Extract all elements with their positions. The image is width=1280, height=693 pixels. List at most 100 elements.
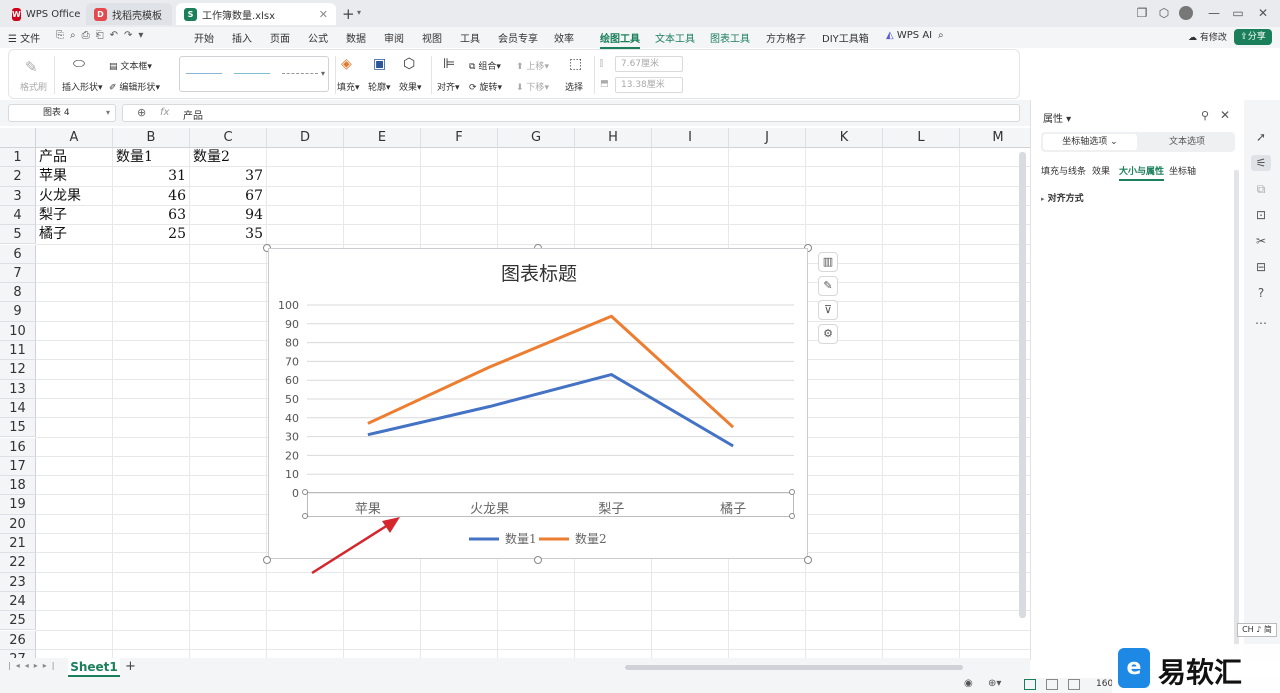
- avatar[interactable]: [1179, 6, 1193, 20]
- menu-fangfang[interactable]: 方方格子: [766, 30, 806, 45]
- row-header-17[interactable]: 17: [0, 456, 36, 477]
- column-header-J[interactable]: J: [729, 128, 806, 148]
- column-header-B[interactable]: B: [113, 128, 190, 148]
- column-header-D[interactable]: D: [267, 128, 344, 148]
- close-window-icon[interactable]: ✕: [1255, 5, 1271, 21]
- row-header-1[interactable]: 1: [0, 148, 36, 168]
- tab-text-options[interactable]: 文本选项: [1141, 134, 1233, 150]
- row-header-18[interactable]: 18: [0, 476, 36, 496]
- menu-data[interactable]: 数据: [346, 30, 366, 45]
- view-mode-icon[interactable]: ⊕▾: [988, 678, 1001, 689]
- section-alignment[interactable]: ▸ 对齐方式: [1041, 191, 1084, 204]
- cell-C3[interactable]: 67: [190, 187, 263, 206]
- row-header-13[interactable]: 13: [0, 379, 36, 399]
- column-header-C[interactable]: C: [190, 128, 267, 148]
- gallery-expand-icon[interactable]: ▾: [321, 69, 325, 78]
- row-header-2[interactable]: 2: [0, 167, 36, 187]
- row-header-25[interactable]: 25: [0, 611, 36, 631]
- insert-shape-button[interactable]: 插入形状▾: [62, 80, 103, 93]
- row-header-24[interactable]: 24: [0, 591, 36, 612]
- row-header-26[interactable]: 26: [0, 630, 36, 650]
- search-icon[interactable]: ⌕: [938, 30, 944, 41]
- cell-A2[interactable]: 苹果: [39, 167, 67, 186]
- textbox-button[interactable]: ▤ 文本框▾: [109, 59, 152, 72]
- row-header-10[interactable]: 10: [0, 321, 36, 341]
- book-icon[interactable]: ⊟: [1253, 259, 1269, 275]
- row-header-20[interactable]: 20: [0, 514, 36, 534]
- cell-A3[interactable]: 火龙果: [39, 187, 81, 206]
- chart-settings-icon[interactable]: ⚙: [818, 324, 838, 344]
- cell-C4[interactable]: 94: [190, 206, 263, 225]
- more-icon[interactable]: ⋯: [1253, 315, 1269, 331]
- restore-window-icon[interactable]: ❐: [1134, 5, 1150, 21]
- page-layout-icon[interactable]: [1046, 679, 1058, 690]
- menu-member[interactable]: 会员专享: [498, 30, 538, 45]
- menu-insert[interactable]: 插入: [232, 30, 252, 45]
- image-icon[interactable]: ⊡: [1253, 207, 1269, 223]
- fill-button[interactable]: 填充▾: [337, 80, 360, 93]
- help-icon[interactable]: ?: [1253, 285, 1269, 301]
- menu-tools[interactable]: 工具: [460, 30, 480, 45]
- row-header-8[interactable]: 8: [0, 283, 36, 303]
- close-panel-icon[interactable]: ✕: [1220, 108, 1230, 122]
- pin-icon[interactable]: ⚲: [1201, 109, 1209, 122]
- column-header-K[interactable]: K: [806, 128, 883, 148]
- maximize-icon[interactable]: ▭: [1230, 5, 1246, 21]
- sheet-nav-arrows[interactable]: |◂◂▸▸|: [8, 661, 59, 670]
- row-header-12[interactable]: 12: [0, 360, 36, 380]
- group-button[interactable]: ⧉ 组合▾: [469, 59, 501, 72]
- menu-formula[interactable]: 公式: [308, 30, 328, 45]
- sheet-tab-sheet1[interactable]: Sheet1: [68, 658, 120, 677]
- chart-elements-icon[interactable]: ▥: [818, 252, 838, 272]
- row-header-5[interactable]: 5: [0, 225, 36, 245]
- cell-A1[interactable]: 产品: [39, 148, 67, 167]
- menu-chart-tools[interactable]: 图表工具: [710, 30, 750, 45]
- fx-icon[interactable]: fx: [160, 107, 169, 118]
- row-header-15[interactable]: 15: [0, 418, 36, 438]
- row-header-3[interactable]: 3: [0, 186, 36, 206]
- cell-C2[interactable]: 37: [190, 167, 263, 186]
- height-input[interactable]: 7.67厘米: [615, 56, 683, 72]
- chevron-down-icon[interactable]: ▾: [106, 105, 110, 121]
- modified-status[interactable]: ☁ 有修改: [1188, 30, 1227, 43]
- eye-icon[interactable]: ◉: [964, 678, 973, 689]
- row-header-11[interactable]: 11: [0, 341, 36, 361]
- cell-B5[interactable]: 25: [113, 225, 186, 244]
- align-button[interactable]: 对齐▾: [437, 80, 460, 93]
- line-style-2[interactable]: [234, 73, 270, 74]
- quick-access-toolbar[interactable]: ⎘⌕⎙⎗↶↷▾: [56, 30, 149, 41]
- select-all-corner[interactable]: [0, 128, 36, 148]
- line-style-gallery[interactable]: ▾: [179, 56, 329, 92]
- line-style-3[interactable]: [282, 73, 318, 74]
- properties-icon[interactable]: ⚟: [1251, 155, 1271, 171]
- add-sheet-button[interactable]: +: [125, 659, 136, 674]
- row-header-22[interactable]: 22: [0, 553, 36, 573]
- formula-content[interactable]: 产品: [183, 107, 203, 122]
- column-header-H[interactable]: H: [575, 128, 652, 148]
- column-header-L[interactable]: L: [883, 128, 960, 148]
- row-header-4[interactable]: 4: [0, 205, 36, 226]
- line-style-1[interactable]: [186, 73, 222, 74]
- cursor-icon[interactable]: ➚: [1253, 129, 1269, 145]
- tab-wps-office[interactable]: W WPS Office: [4, 3, 82, 25]
- ime-indicator[interactable]: CH ♪ 简: [1237, 623, 1277, 637]
- formula-input-area[interactable]: ⊕ fx 产品: [122, 104, 1020, 122]
- row-header-16[interactable]: 16: [0, 437, 36, 457]
- subtab-axis[interactable]: 坐标轴: [1169, 164, 1196, 177]
- bring-up-button[interactable]: ⬆ 上移▾: [516, 59, 549, 72]
- row-header-6[interactable]: 6: [0, 244, 36, 264]
- wps-ai-button[interactable]: ◭ WPS AI: [886, 30, 932, 41]
- resize-handle[interactable]: [534, 556, 542, 564]
- panel-title[interactable]: 属性 ▾: [1043, 110, 1071, 125]
- zoom-level[interactable]: 160: [1096, 679, 1113, 689]
- cell-C1[interactable]: 数量2: [193, 148, 230, 167]
- menu-home[interactable]: 开始: [194, 30, 214, 45]
- column-header-I[interactable]: I: [652, 128, 729, 148]
- select-button[interactable]: 选择: [565, 80, 583, 93]
- axis-handle[interactable]: [789, 489, 795, 495]
- panel-scrollbar[interactable]: [1234, 170, 1239, 650]
- resize-handle[interactable]: [804, 556, 812, 564]
- edit-shape-button[interactable]: ✐ 编辑形状▾: [109, 80, 160, 93]
- cell-C5[interactable]: 35: [190, 225, 263, 244]
- row-header-7[interactable]: 7: [0, 263, 36, 284]
